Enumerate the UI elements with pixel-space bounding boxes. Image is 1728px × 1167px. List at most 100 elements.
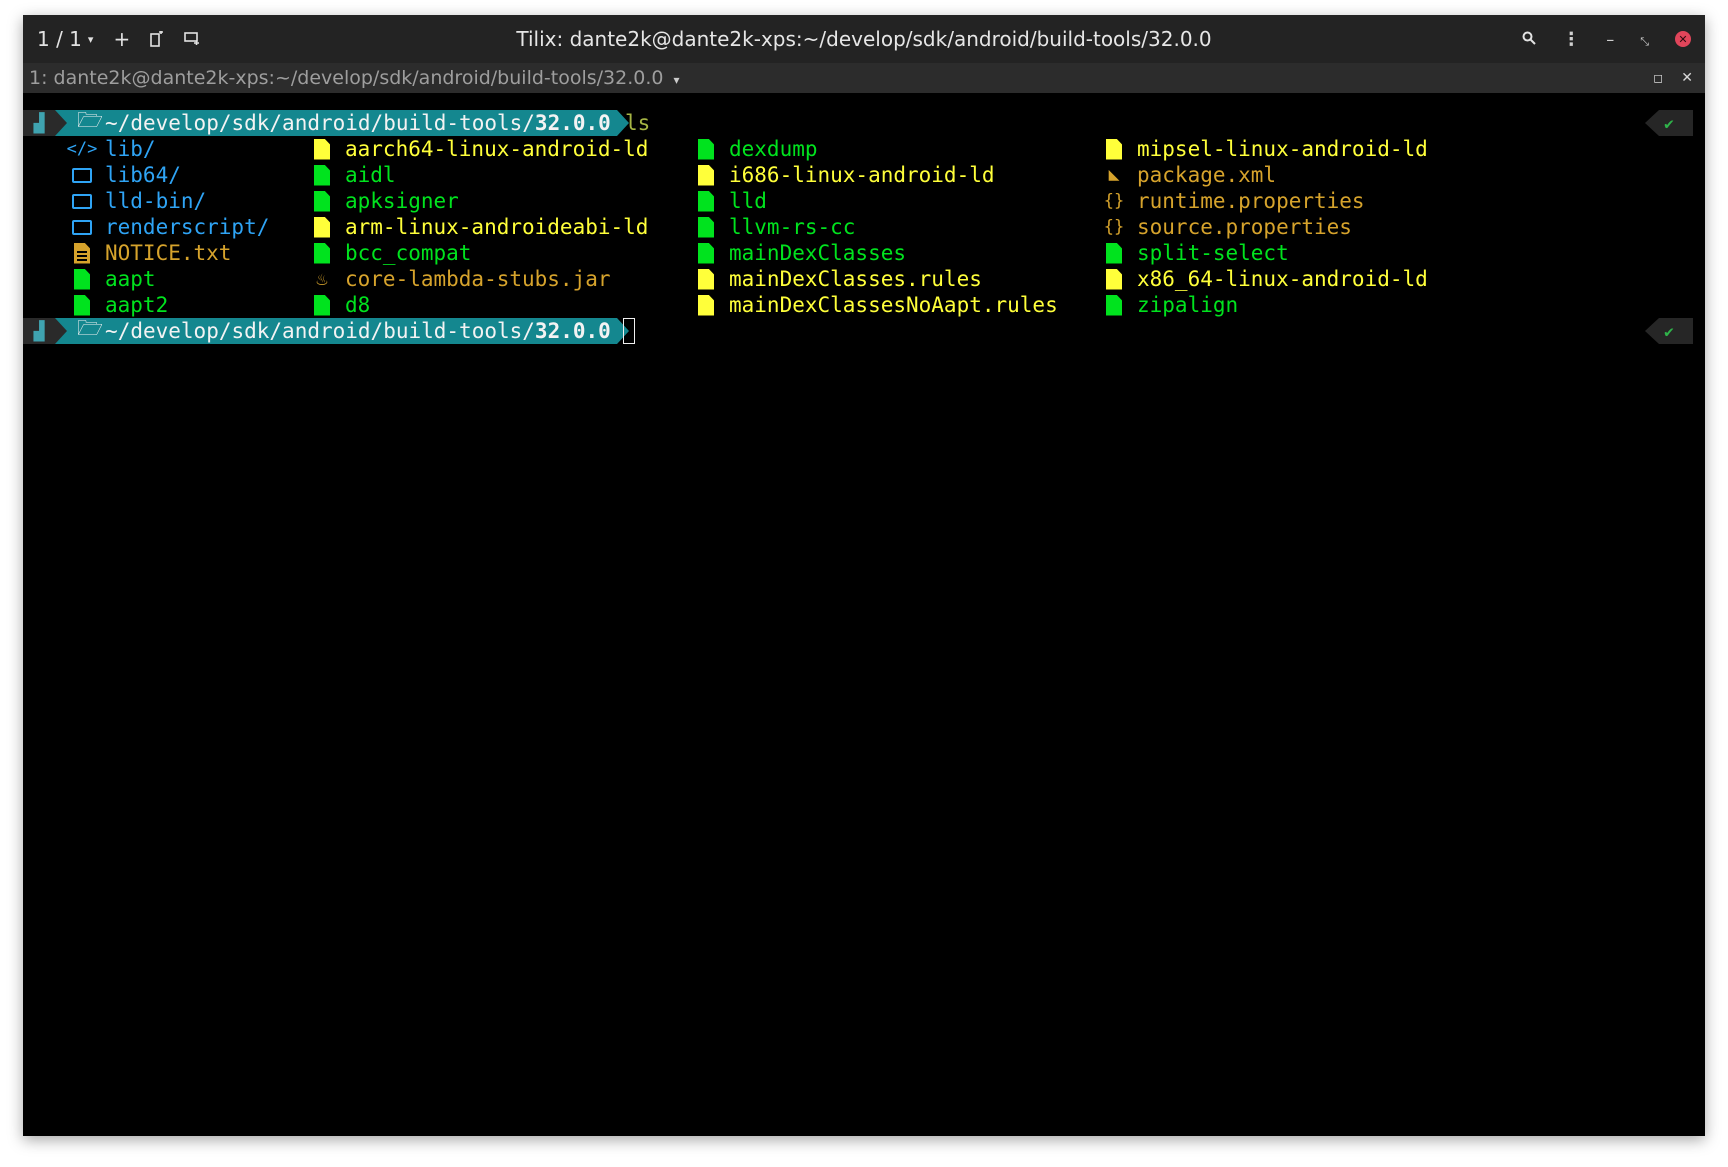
window-title: Tilix: dante2k@dante2k-xps:~/develop/sdk… [516,27,1212,51]
braces-icon: {} [1103,191,1125,211]
file-icon [1103,242,1125,264]
file-name: mainDexClasses [729,241,907,265]
prompt-path-prefix: ~/develop/sdk/android/build-tools/ [105,319,535,343]
file-name: x86_64-linux-android-ld [1137,267,1428,291]
file-icon [311,216,333,238]
file-icon [1103,138,1125,160]
session-switcher[interactable]: 1 / 1 ▾ [37,27,93,51]
file-name: aapt2 [105,293,169,317]
prompt-line: ▟ 🗁 ~/develop/sdk/android/build-tools/32.0… [23,108,629,136]
list-item: {} runtime.properties [1103,188,1365,214]
file-name: NOTICE.txt [105,241,232,265]
plus-icon: + [113,27,131,51]
maximize-button[interactable]: ⤡ [1640,30,1649,49]
title-bar: 1 / 1 ▾ + Tilix: dante2k@dante2k-xps:~/d… [23,15,1705,63]
file-name: d8 [345,293,371,317]
close-icon: ✕ [1681,70,1693,86]
chevron-down-icon: ▾ [87,32,94,46]
text-file-icon [71,242,93,264]
list-item: x86_64-linux-android-ld [1103,266,1428,292]
file-icon [1103,268,1125,290]
close-icon: ✕ [1678,32,1688,46]
list-item: split-select [1103,240,1289,266]
kebab-menu-icon: ⋮ [1562,28,1581,50]
file-icon [695,242,717,264]
file-name: lld [729,189,767,213]
list-item: ◣ package.xml [1103,162,1277,188]
list-item: llvm-rs-cc [695,214,855,240]
maximize-terminal-button[interactable]: ◻ [1653,71,1663,85]
list-item: mipsel-linux-android-ld [1103,136,1428,162]
file-icon [311,164,333,186]
add-session-button[interactable]: + [113,27,130,51]
file-icon [311,294,333,316]
list-item: aarch64-linux-android-ld [311,136,648,162]
menu-button[interactable]: ⋮ [1562,29,1580,50]
list-item: lld [695,188,767,214]
add-terminal-right-button[interactable] [150,31,164,47]
folder-icon [71,190,93,212]
list-item: lib64/ [71,162,181,188]
file-name: mipsel-linux-android-ld [1137,137,1428,161]
file-name: renderscript/ [105,215,270,239]
prompt-path-prefix: ~/develop/sdk/android/build-tools/ [105,111,535,135]
file-name: apksigner [345,189,459,213]
list-item: </> lib/ [66,136,156,162]
list-item: bcc_compat [311,240,471,266]
split-right-icon [150,31,164,47]
file-icon [695,216,717,238]
terminal-controls: ◻ ✕ [1653,63,1693,93]
code-folder-icon: </> [66,139,98,159]
list-item: NOTICE.txt [71,240,231,266]
minimize-icon: – [1606,29,1615,49]
terminal-title[interactable]: 1: dante2k@dante2k-xps:~/develop/sdk/and… [29,63,680,95]
file-name: dexdump [729,137,818,161]
folder-icon [71,216,93,238]
list-item: dexdump [695,136,818,162]
search-icon [1522,31,1536,45]
text-cursor [623,318,635,344]
terminal-title-bar: 1: dante2k@dante2k-xps:~/develop/sdk/and… [23,63,1705,93]
prompt-separator [55,318,67,344]
file-icon [695,268,717,290]
file-icon [695,138,717,160]
file-name: lib/ [105,137,156,161]
file-icon [695,294,717,316]
list-item: i686-linux-android-ld [695,162,995,188]
file-icon [695,190,717,212]
search-button[interactable] [1522,30,1536,49]
maximize-icon: ⤡ [1640,34,1649,48]
list-item: renderscript/ [71,214,269,240]
prompt-separator [55,110,67,136]
list-item: mainDexClassesNoAapt.rules [695,292,1058,318]
close-terminal-button[interactable]: ✕ [1681,70,1693,86]
rss-icon: ◣ [1108,164,1120,185]
list-item: {} source.properties [1103,214,1352,240]
file-name: llvm-rs-cc [729,215,856,239]
terminal-os-icon: ▟ [23,318,55,344]
titlebar-left-controls: 1 / 1 ▾ + [37,15,200,63]
file-name: core-lambda-stubs.jar [345,267,611,291]
split-down-icon [184,32,200,45]
list-item: mainDexClasses [695,240,906,266]
list-item: lld-bin/ [71,188,206,214]
file-name: split-select [1137,241,1289,265]
file-name: aarch64-linux-android-ld [345,137,649,161]
close-button[interactable]: ✕ [1675,31,1691,47]
file-name: mainDexClasses.rules [729,267,982,291]
status-ok-indicator: ✔ [1645,110,1693,136]
list-item: arm-linux-androideabi-ld [311,214,648,240]
list-item: apksigner [311,188,459,214]
file-name: mainDexClassesNoAapt.rules [729,293,1058,317]
list-item: mainDexClasses.rules [695,266,982,292]
minimize-button[interactable]: – [1606,30,1614,49]
prompt-line: ▟ 🗁 ~/develop/sdk/android/build-tools/32.0… [23,316,629,344]
tilix-window: 1 / 1 ▾ + Tilix: dante2k@dante2k-xps:~/d… [23,15,1705,1136]
prompt-path: 🗁 ~/develop/sdk/android/build-tools/32.0.… [67,108,617,136]
file-icon [311,190,333,212]
add-terminal-down-button[interactable] [184,32,200,46]
terminal-view[interactable]: ▟ 🗁 ~/develop/sdk/android/build-tools/32.0… [23,93,1705,1136]
list-item: zipalign [1103,292,1238,318]
file-name: zipalign [1137,293,1239,317]
file-name: runtime.properties [1137,189,1365,213]
